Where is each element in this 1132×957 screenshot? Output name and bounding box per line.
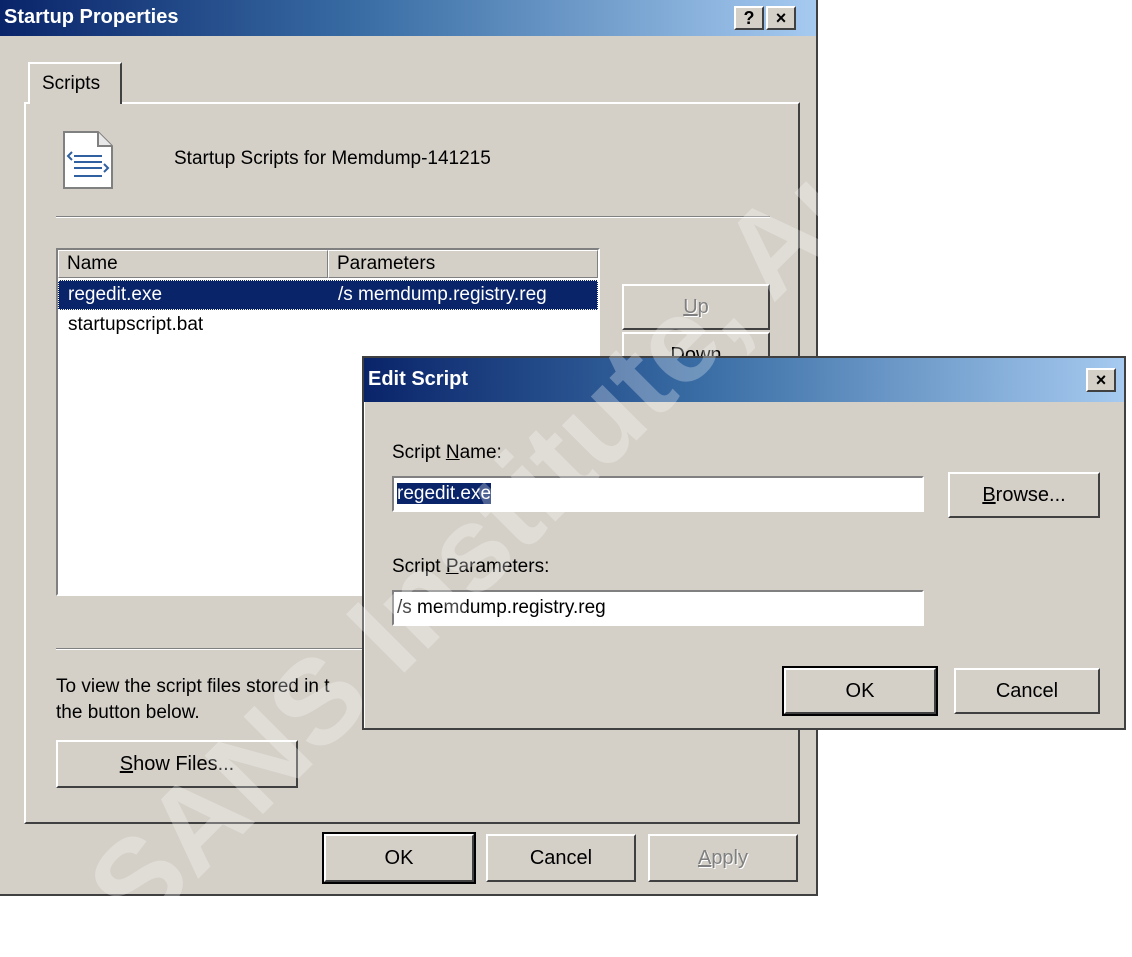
scripts-heading: Startup Scripts for Memdump-141215 bbox=[174, 148, 491, 169]
edit-ok-button[interactable]: OK bbox=[782, 666, 938, 716]
close-button[interactable]: × bbox=[766, 6, 796, 30]
script-name-value: regedit.exe bbox=[397, 483, 492, 504]
script-parameters-label: Script Parameters: bbox=[392, 556, 550, 577]
info-text-line1: To view the script files stored in t bbox=[56, 676, 330, 697]
script-parameters-value: /s memdump.registry.reg bbox=[397, 597, 606, 618]
ok-button[interactable]: OK bbox=[322, 832, 476, 884]
up-button[interactable]: Up bbox=[622, 284, 770, 330]
script-parameters-field[interactable]: /s memdump.registry.reg bbox=[392, 590, 924, 626]
window-title: Startup Properties bbox=[4, 6, 179, 28]
help-button[interactable]: ? bbox=[734, 6, 764, 30]
edit-dialog-title: Edit Script bbox=[368, 368, 469, 390]
separator-top bbox=[56, 216, 770, 218]
column-header-parameters[interactable]: Parameters bbox=[328, 250, 598, 278]
browse-button[interactable]: Browse... bbox=[948, 472, 1100, 518]
apply-button[interactable]: Apply bbox=[648, 834, 798, 882]
show-files-button[interactable]: Show Files... bbox=[56, 740, 298, 788]
close-icon: × bbox=[1095, 370, 1107, 390]
edit-close-button[interactable]: × bbox=[1086, 368, 1116, 392]
list-item-params: /s memdump.registry.reg bbox=[338, 284, 547, 305]
title-bar[interactable]: Startup Properties ? × bbox=[0, 0, 816, 36]
cancel-button[interactable]: Cancel bbox=[486, 834, 636, 882]
edit-cancel-button[interactable]: Cancel bbox=[954, 668, 1100, 714]
script-name-field[interactable]: regedit.exe bbox=[392, 476, 924, 512]
script-file-icon bbox=[63, 131, 113, 189]
edit-title-bar[interactable]: Edit Script × bbox=[364, 358, 1124, 402]
tab-scripts-label: Scripts bbox=[42, 73, 101, 94]
column-header-name[interactable]: Name bbox=[58, 250, 328, 278]
tab-scripts[interactable]: Scripts bbox=[28, 62, 122, 104]
info-text-line2: the button below. bbox=[56, 702, 200, 723]
list-item-name: regedit.exe bbox=[68, 284, 163, 305]
close-icon: × bbox=[775, 8, 787, 28]
script-name-label: Script Name: bbox=[392, 442, 502, 463]
list-item[interactable]: regedit.exe /s memdump.registry.reg bbox=[58, 280, 598, 310]
list-item[interactable]: startupscript.bat bbox=[58, 310, 598, 340]
list-item-name: startupscript.bat bbox=[68, 314, 204, 335]
edit-script-dialog: Edit Script × Script Name: regedit.exe B… bbox=[362, 356, 1126, 730]
help-icon: ? bbox=[743, 8, 755, 28]
